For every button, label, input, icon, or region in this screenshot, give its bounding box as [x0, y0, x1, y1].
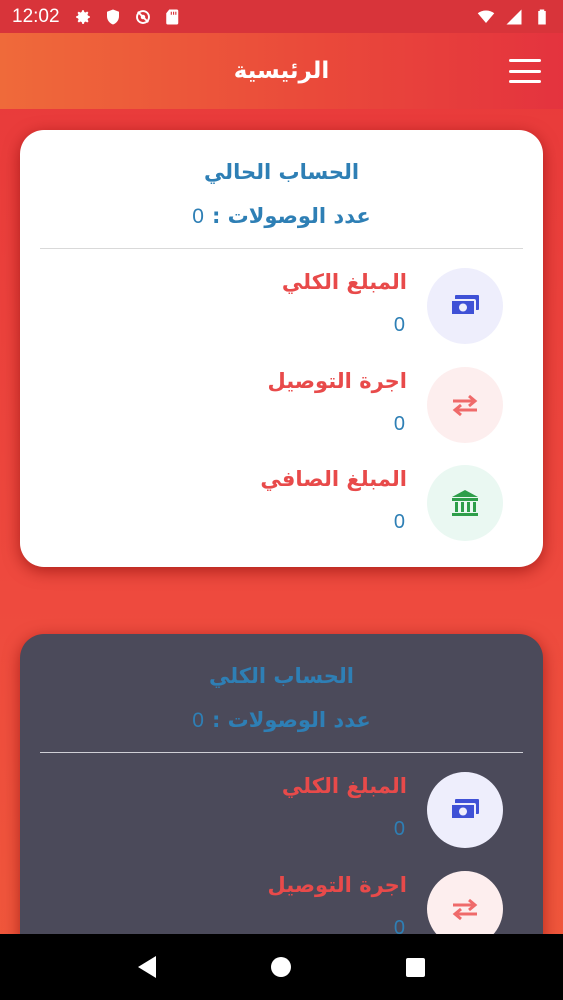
total-account-title: الحساب الكلي: [208, 664, 354, 688]
receipts-count: 0: [192, 205, 204, 228]
receipts-label: عدد الوصولات :: [211, 708, 371, 732]
item-label: المبلغ الكلي: [281, 270, 407, 294]
signal-icon: [506, 9, 522, 24]
item-value: 0: [393, 511, 405, 533]
money-icon: [427, 772, 503, 848]
divider: [40, 248, 523, 249]
net-amount-item: المبلغ الصافي 0: [20, 465, 543, 555]
delivery-fee-item: اجرة التوصيل 0: [20, 367, 543, 457]
receipts-row: 0 عدد الوصولات :: [20, 204, 543, 229]
home-icon[interactable]: [270, 957, 291, 977]
status-bar: 12:02: [0, 0, 563, 33]
item-value: 0: [393, 314, 405, 336]
swap-arrows-icon: [427, 367, 503, 443]
receipts-row: 0 عدد الوصولات :: [20, 708, 543, 733]
gear-icon: [75, 9, 90, 24]
total-amount-item: المبلغ الكلي 0: [20, 268, 543, 358]
divider: [40, 752, 523, 753]
battery-icon: [538, 9, 546, 24]
receipts-count: 0: [192, 709, 204, 732]
page-title: الرئيسية: [233, 58, 330, 84]
item-value: 0: [393, 818, 405, 840]
sd-card-icon: [165, 9, 178, 24]
no-sync-icon: [135, 9, 150, 24]
current-account-card: الحساب الحالي 0 عدد الوصولات : المبلغ ال…: [20, 130, 543, 567]
money-icon: [427, 268, 503, 344]
wifi-icon: [477, 9, 495, 23]
current-account-title: الحساب الحالي: [203, 160, 360, 184]
status-time: 12:02: [12, 5, 60, 27]
recents-icon[interactable]: [406, 957, 426, 977]
item-label: اجرة التوصيل: [267, 873, 407, 897]
shield-icon: [106, 9, 119, 24]
item-value: 0: [393, 413, 405, 435]
app-bar: الرئيسية: [0, 33, 563, 109]
bank-icon: [427, 465, 503, 541]
item-label: اجرة التوصيل: [267, 369, 407, 393]
total-amount-item: المبلغ الكلي 0: [20, 772, 543, 862]
receipts-label: عدد الوصولات :: [211, 204, 371, 228]
back-icon[interactable]: [137, 956, 156, 978]
hamburger-menu-icon[interactable]: [509, 59, 541, 83]
item-label: المبلغ الكلي: [281, 774, 407, 798]
item-label: المبلغ الصافي: [260, 467, 407, 491]
system-nav-bar: [0, 934, 563, 1000]
